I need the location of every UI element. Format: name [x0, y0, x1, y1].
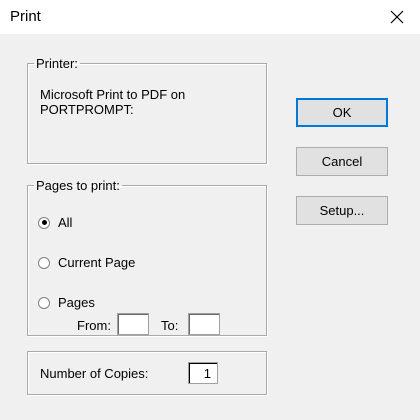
copies-input[interactable] — [188, 362, 218, 384]
close-button[interactable] — [374, 0, 420, 34]
printer-group: Printer: Microsoft Print to PDF on PORTP… — [27, 56, 267, 164]
copies-label: Number of Copies: — [40, 366, 149, 381]
cancel-button[interactable]: Cancel — [296, 147, 388, 176]
window-title: Print — [10, 8, 41, 25]
pages-legend: Pages to print: — [36, 178, 120, 193]
radio-all[interactable]: All — [38, 215, 72, 230]
radio-current-page-label: Current Page — [58, 255, 136, 270]
pages-to-print-group: Pages to print: All Current Page Pages F… — [27, 178, 267, 336]
title-bar: Print — [0, 0, 420, 34]
print-dialog: Print Printer: Microsoft Print to PDF on… — [0, 0, 420, 420]
radio-pages-label: Pages — [58, 295, 95, 310]
printer-name-line1: Microsoft Print to PDF on — [40, 87, 186, 102]
radio-current-page-button[interactable] — [38, 256, 50, 269]
close-icon — [390, 10, 404, 24]
from-label: From: — [77, 318, 111, 333]
setup-button[interactable]: Setup... — [296, 196, 388, 225]
radio-all-label: All — [58, 215, 73, 230]
copies-group: Number of Copies: — [27, 351, 267, 395]
ok-button[interactable]: OK — [296, 98, 388, 127]
to-label: To: — [161, 318, 179, 333]
radio-all-button[interactable] — [38, 216, 50, 229]
printer-name: Microsoft Print to PDF on PORTPROMPT: — [40, 87, 260, 117]
radio-pages[interactable]: Pages — [38, 295, 95, 310]
radio-current-page[interactable]: Current Page — [38, 255, 135, 270]
to-page-input[interactable] — [188, 313, 220, 335]
radio-pages-button[interactable] — [38, 296, 50, 309]
printer-name-line2: PORTPROMPT: — [40, 102, 134, 117]
printer-legend: Printer: — [36, 56, 78, 71]
from-page-input[interactable] — [117, 313, 149, 335]
